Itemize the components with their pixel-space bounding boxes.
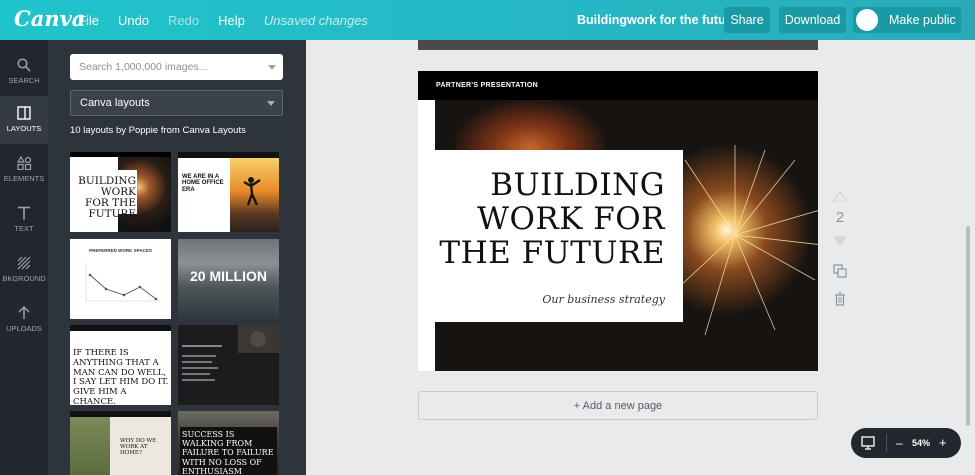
- rail-text-label: TEXT: [14, 224, 34, 233]
- coffee-cup-image: [250, 331, 266, 347]
- person-silhouette-icon: [243, 177, 261, 206]
- thumb-line: [182, 373, 210, 375]
- thumb-title: IF THERE IS ANYTHING THAT A MAN CAN DO W…: [73, 348, 169, 405]
- slide-headline[interactable]: BUILDING WORK FOR THE FUTURE: [439, 168, 665, 270]
- rail-layouts[interactable]: LAYOUTS: [0, 96, 48, 144]
- layout-thumbnail[interactable]: WE ARE IN A HOME OFFICE ERA: [178, 152, 279, 232]
- layout-thumbnail[interactable]: IF THERE IS ANYTHING THAT A MAN CAN DO W…: [70, 325, 171, 405]
- add-page-button[interactable]: + Add a new page: [418, 391, 818, 420]
- slide-header[interactable]: PARTNER'S PRESENTATION: [418, 71, 818, 100]
- layout-thumbnail[interactable]: 20 MILLION: [178, 239, 279, 319]
- present-icon[interactable]: [861, 436, 875, 450]
- zoom-in-button[interactable]: +: [939, 435, 947, 450]
- layout-thumbnail[interactable]: PREFERRED WORK SPACES: [70, 239, 171, 319]
- canva-logo[interactable]: Canva: [14, 6, 85, 31]
- menu-file[interactable]: File: [78, 13, 99, 28]
- layouts-panel: Search 1,000,000 images... Canva layouts…: [48, 40, 306, 475]
- elements-icon: [16, 156, 31, 170]
- layouts-icon: [17, 106, 31, 120]
- thumb-line: [182, 355, 216, 357]
- slide-page[interactable]: PARTNER'S PRESENTATION BUILDING WORK FOR…: [418, 71, 818, 371]
- rail-background[interactable]: BKGROUND: [0, 246, 48, 294]
- thumb-line: [182, 367, 218, 369]
- upload-arrow-icon: [18, 306, 30, 319]
- slide-tagline[interactable]: Our business strategy: [542, 293, 665, 306]
- title-card[interactable]: BUILDING WORK FOR THE FUTURE Our busines…: [435, 150, 683, 322]
- chevron-down-icon: [267, 101, 275, 106]
- thumb-line: [182, 361, 212, 363]
- download-button[interactable]: Download: [779, 7, 846, 33]
- toggle-knob: [856, 9, 878, 31]
- thumb-header: [70, 325, 171, 331]
- copy-page-icon[interactable]: [833, 264, 847, 278]
- rail-uploads-label: UPLOADS: [6, 324, 42, 333]
- layouts-count: 10 layouts by Poppie from Canva Layouts: [70, 125, 246, 136]
- share-button[interactable]: Share: [724, 7, 770, 33]
- layout-thumbnail[interactable]: [178, 325, 279, 405]
- rail-elements-label: ELEMENTS: [3, 174, 45, 183]
- top-bar: Canva File Undo Redo Help Unsaved change…: [0, 0, 975, 40]
- rail-search-label: SEARCH: [8, 76, 40, 85]
- rail-background-label: BKGROUND: [2, 274, 46, 283]
- move-down-icon[interactable]: [833, 236, 847, 246]
- thumb-line: [182, 379, 215, 381]
- main-menu: File Undo Redo Help Unsaved changes: [78, 13, 368, 28]
- left-rail: SEARCH LAYOUTS ELEMENTS TEXT BKGROUND UP…: [0, 40, 48, 475]
- make-public-label: Make public: [889, 13, 956, 27]
- headline-line-3: THE FUTURE: [439, 235, 665, 272]
- thumb-title: WHY DO WE WORK AT HOME?: [120, 438, 157, 456]
- thumb-title: 20 MILLION: [189, 268, 267, 284]
- headline-line-2: WORK FOR: [477, 201, 665, 238]
- menu-undo[interactable]: Undo: [118, 13, 149, 28]
- previous-page[interactable]: [418, 40, 818, 50]
- layout-thumbnail[interactable]: BUILDING WORK FOR THE FUTURE: [70, 152, 171, 232]
- thumb-title: BUILDING WORK FOR THE FUTURE: [78, 175, 136, 221]
- layout-thumbnail[interactable]: SUCCESS IS WALKING FROM FAILURE TO FAILU…: [178, 411, 279, 475]
- rail-uploads[interactable]: UPLOADS: [0, 296, 48, 344]
- zoom-divider: [886, 434, 887, 452]
- layout-source-select[interactable]: Canva layouts: [70, 90, 283, 116]
- make-public-toggle[interactable]: Make public: [853, 7, 961, 33]
- line-chart-icon: [85, 263, 160, 302]
- search-placeholder: Search 1,000,000 images...: [79, 61, 208, 73]
- rail-layouts-label: LAYOUTS: [6, 124, 42, 133]
- trash-icon[interactable]: [833, 292, 847, 306]
- image-search-input[interactable]: Search 1,000,000 images...: [70, 54, 283, 80]
- document-title[interactable]: Buildingwork for the future: [577, 13, 737, 27]
- search-icon: [17, 58, 31, 72]
- menu-redo[interactable]: Redo: [168, 13, 199, 28]
- thumb-line: [182, 345, 222, 347]
- canvas-area[interactable]: PARTNER'S PRESENTATION BUILDING WORK FOR…: [306, 40, 975, 475]
- save-status: Unsaved changes: [263, 13, 368, 28]
- thumb-title: SUCCESS IS WALKING FROM FAILURE TO FAILU…: [182, 430, 274, 475]
- layout-thumbnail[interactable]: WHY DO WE WORK AT HOME?: [70, 411, 171, 475]
- thumb-title: WE ARE IN A HOME OFFICE ERA: [182, 174, 224, 193]
- menu-help[interactable]: Help: [218, 13, 245, 28]
- rail-search[interactable]: SEARCH: [0, 48, 48, 96]
- rail-text[interactable]: TEXT: [0, 196, 48, 244]
- canvas-scrollbar[interactable]: [966, 226, 970, 426]
- background-icon: [17, 256, 31, 270]
- text-icon: [18, 206, 30, 220]
- zoom-control: – 54% +: [851, 428, 961, 458]
- zoom-level: 54%: [912, 438, 931, 448]
- rail-elements[interactable]: ELEMENTS: [0, 146, 48, 194]
- headline-line-1: BUILDING: [490, 167, 665, 203]
- layout-source-value: Canva layouts: [80, 97, 150, 109]
- zoom-out-button[interactable]: –: [896, 436, 903, 450]
- thumb-photo: [70, 417, 110, 475]
- page-number: 2: [835, 209, 845, 226]
- chevron-down-icon: [268, 65, 276, 70]
- thumb-title: PREFERRED WORK SPACES: [89, 248, 152, 253]
- slide-header-text[interactable]: PARTNER'S PRESENTATION: [436, 82, 538, 89]
- move-up-icon[interactable]: [833, 192, 847, 202]
